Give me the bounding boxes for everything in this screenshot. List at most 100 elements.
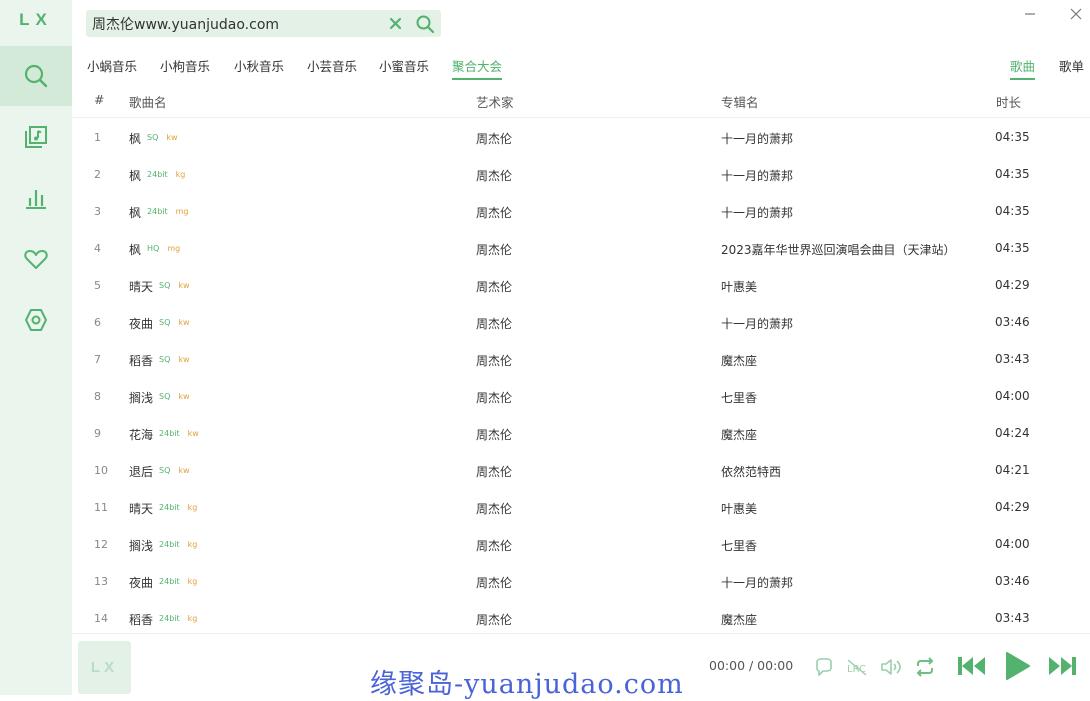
quality-badge: 24bit bbox=[159, 577, 180, 586]
tab-type-playlist[interactable]: 歌单 bbox=[1059, 56, 1084, 78]
table-row[interactable]: 12 搁浅 24bit kg 周杰伦 七里香 04:00 bbox=[72, 526, 1090, 563]
artist-cell: 周杰伦 bbox=[476, 613, 513, 627]
play-icon[interactable] bbox=[1002, 650, 1032, 682]
sidebar-item-search[interactable] bbox=[0, 46, 72, 106]
sidebar-item-song-list[interactable] bbox=[0, 107, 72, 167]
music-list-icon bbox=[25, 126, 47, 148]
song-name: 稻香 bbox=[129, 354, 154, 368]
source-badge: kg bbox=[175, 170, 186, 179]
album-cell: 依然范特西 bbox=[721, 465, 782, 479]
song-name: 枫 bbox=[129, 169, 142, 183]
song-name-cell: 搁浅 SQ kw bbox=[129, 389, 190, 406]
search-submit-icon[interactable] bbox=[415, 14, 435, 34]
comment-icon[interactable] bbox=[814, 657, 834, 677]
sidebar-item-settings[interactable] bbox=[0, 290, 72, 350]
row-number: 8 bbox=[94, 390, 101, 403]
row-number: 11 bbox=[94, 501, 108, 514]
row-number: 7 bbox=[94, 353, 101, 366]
song-name: 退后 bbox=[129, 465, 154, 479]
source-badge: kw bbox=[178, 281, 190, 290]
row-number: 14 bbox=[94, 612, 108, 625]
album-cover[interactable]: LX bbox=[78, 641, 131, 694]
table-row[interactable]: 7 稻香 SQ kw 周杰伦 魔杰座 03:43 bbox=[72, 341, 1090, 378]
source-badge: mg bbox=[175, 207, 189, 216]
album-cell: 叶惠美 bbox=[721, 280, 758, 294]
duration-cell: 04:00 bbox=[995, 389, 1030, 403]
song-table: 1 枫 SQ kw 周杰伦 十一月的萧邦 04:35 2 枫 24bit kg 周杰伦 十一月的萧邦 04… bbox=[72, 119, 1090, 633]
duration-cell: 03:46 bbox=[995, 574, 1030, 588]
duration-cell: 04:00 bbox=[995, 537, 1030, 551]
sidebar-item-my-list[interactable] bbox=[0, 229, 72, 289]
song-name: 枫 bbox=[129, 206, 142, 220]
row-number: 10 bbox=[94, 464, 108, 477]
source-badge: kw bbox=[166, 133, 178, 142]
row-number: 6 bbox=[94, 316, 101, 329]
repeat-icon[interactable] bbox=[914, 656, 936, 678]
album-cell: 十一月的萧邦 bbox=[721, 576, 794, 590]
song-name: 夜曲 bbox=[129, 576, 154, 590]
row-number: 3 bbox=[94, 205, 101, 218]
tab-source-3[interactable]: 小秋音乐 bbox=[234, 56, 284, 78]
artist-cell: 周杰伦 bbox=[476, 354, 513, 368]
minimize-icon[interactable] bbox=[1020, 4, 1040, 24]
duration-cell: 04:35 bbox=[995, 204, 1030, 218]
table-row[interactable]: 8 搁浅 SQ kw 周杰伦 七里香 04:00 bbox=[72, 378, 1090, 415]
song-name: 晴天 bbox=[129, 502, 154, 516]
heart-icon bbox=[24, 250, 48, 269]
tab-source-5[interactable]: 小蜜音乐 bbox=[379, 56, 429, 78]
table-row[interactable]: 10 退后 SQ kw 周杰伦 依然范特西 04:21 bbox=[72, 452, 1090, 489]
quality-badge: 24bit bbox=[159, 614, 180, 623]
table-row[interactable]: 3 枫 24bit mg 周杰伦 十一月的萧邦 04:35 bbox=[72, 193, 1090, 230]
table-row[interactable]: 1 枫 SQ kw 周杰伦 十一月的萧邦 04:35 bbox=[72, 119, 1090, 156]
quality-badge: 24bit bbox=[159, 503, 180, 512]
album-cell: 十一月的萧邦 bbox=[721, 169, 794, 183]
close-icon[interactable] bbox=[1066, 4, 1086, 24]
table-row[interactable]: 14 稻香 24bit kg 周杰伦 魔杰座 03:43 bbox=[72, 600, 1090, 633]
source-badge: kw bbox=[178, 466, 190, 475]
song-name-cell: 稻香 24bit kg bbox=[129, 611, 197, 628]
table-row[interactable]: 11 晴天 24bit kg 周杰伦 叶惠美 04:29 bbox=[72, 489, 1090, 526]
artist-cell: 周杰伦 bbox=[476, 132, 513, 146]
tab-source-2[interactable]: 小枸音乐 bbox=[160, 56, 210, 78]
previous-track-icon[interactable] bbox=[957, 654, 987, 678]
song-name-cell: 花海 24bit kw bbox=[129, 426, 199, 443]
tab-source-aggregate[interactable]: 聚合大会 bbox=[452, 56, 503, 80]
table-row[interactable]: 6 夜曲 SQ kw 周杰伦 十一月的萧邦 03:46 bbox=[72, 304, 1090, 341]
table-row[interactable]: 5 晴天 SQ kw 周杰伦 叶惠美 04:29 bbox=[72, 267, 1090, 304]
search-bar bbox=[86, 10, 441, 37]
tab-source-4[interactable]: 小芸音乐 bbox=[307, 56, 357, 78]
tab-source-1[interactable]: 小蜗音乐 bbox=[87, 56, 137, 78]
next-track-icon[interactable] bbox=[1047, 654, 1077, 678]
table-row[interactable]: 2 枫 24bit kg 周杰伦 十一月的萧邦 04:35 bbox=[72, 156, 1090, 193]
header-num: # bbox=[94, 92, 105, 107]
quality-badge: SQ bbox=[159, 355, 171, 364]
clear-icon[interactable] bbox=[388, 16, 403, 31]
duration-cell: 04:35 bbox=[995, 130, 1030, 144]
song-name: 花海 bbox=[129, 428, 154, 442]
artist-cell: 周杰伦 bbox=[476, 502, 513, 516]
album-cell: 十一月的萧邦 bbox=[721, 132, 794, 146]
row-number: 12 bbox=[94, 538, 108, 551]
volume-icon[interactable] bbox=[880, 657, 902, 677]
table-row[interactable]: 13 夜曲 24bit kg 周杰伦 十一月的萧邦 03:46 bbox=[72, 563, 1090, 600]
artist-cell: 周杰伦 bbox=[476, 280, 513, 294]
sidebar-item-leaderboard[interactable] bbox=[0, 168, 72, 228]
quality-badge: SQ bbox=[159, 318, 171, 327]
tab-type-song[interactable]: 歌曲 bbox=[1010, 56, 1036, 80]
album-cell: 2023嘉年华世界巡回演唱会曲目（天津站） bbox=[721, 243, 956, 257]
song-name-cell: 枫 HQ mg bbox=[129, 241, 180, 258]
lyrics-icon[interactable]: LRC bbox=[846, 657, 868, 677]
row-number: 2 bbox=[94, 168, 101, 181]
song-name: 稻香 bbox=[129, 613, 154, 627]
table-row[interactable]: 4 枫 HQ mg 周杰伦 2023嘉年华世界巡回演唱会曲目（天津站） 04:35 bbox=[72, 230, 1090, 267]
duration-cell: 04:29 bbox=[995, 278, 1030, 292]
header-name: 歌曲名 bbox=[129, 95, 167, 110]
artist-cell: 周杰伦 bbox=[476, 576, 513, 590]
source-badge: kg bbox=[187, 577, 198, 586]
bar-chart-icon bbox=[26, 190, 46, 209]
song-name: 晴天 bbox=[129, 280, 154, 294]
song-name-cell: 搁浅 24bit kg bbox=[129, 537, 197, 554]
header-album: 专辑名 bbox=[721, 95, 759, 110]
search-input[interactable] bbox=[92, 10, 377, 37]
table-row[interactable]: 9 花海 24bit kw 周杰伦 魔杰座 04:24 bbox=[72, 415, 1090, 452]
